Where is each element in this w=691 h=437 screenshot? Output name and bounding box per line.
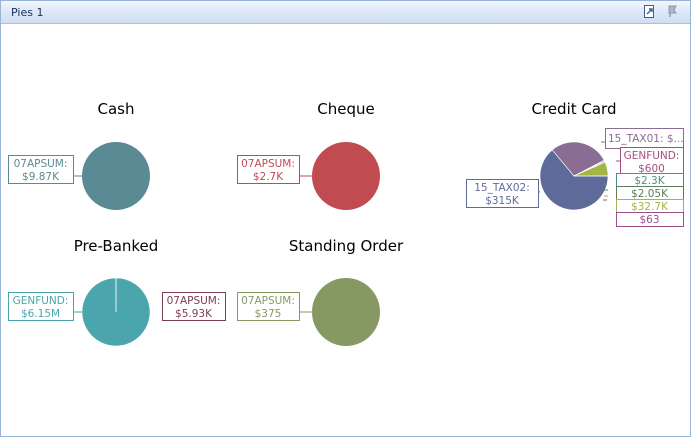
slice-label: 15_TAX02:$315K [466, 179, 540, 208]
pies-chart: Cash07APSUM:$9.87KCheque07APSUM:$2.7KCre… [8, 100, 684, 347]
slice-label: 15_TAX01: $... [601, 128, 684, 149]
slice-name: GENFUND: [13, 295, 69, 307]
pie-group: Standing Order 07APSUM:$375 [237, 237, 404, 346]
slice-label: 07APSUM:$5.93K [162, 292, 226, 321]
slice-value: $2.3K [634, 175, 665, 187]
slice-label: 07APSUM:$2.7K [237, 155, 312, 184]
slice-value: $6.15M [21, 308, 60, 320]
slice-value: $2.7K [253, 171, 284, 183]
slice-name: 07APSUM: [241, 158, 295, 170]
slice-value: $63 [639, 214, 659, 226]
pie-slice[interactable] [312, 278, 380, 346]
slice-value: $5.93K [175, 308, 213, 320]
export-icon[interactable] [643, 5, 656, 18]
pie-slice[interactable] [312, 142, 380, 210]
slice-value: $9.87K [22, 171, 60, 183]
slice-value: $375 [255, 308, 282, 320]
slice-label: $2.05K [604, 186, 684, 201]
slice-name: 07APSUM: [167, 295, 221, 307]
window-titlebar: Pies 1 [1, 1, 690, 24]
pie-group: Credit Card 15_TAX02:$315K 15_TAX01: $... G… [466, 100, 684, 227]
slice-name: 07APSUM: [241, 295, 295, 307]
slice-label: 07APSUM:$9.87K [8, 155, 82, 184]
pie-group: Cheque 07APSUM:$2.7K [237, 100, 380, 210]
pie-title: Standing Order [289, 237, 404, 255]
slice-value: $2.05K [631, 188, 669, 200]
pies-window: Pies 1 Cash 07APSUM: $9.87K Cheque 07APSUM: $… [0, 0, 691, 437]
slice-label: 07APSUM:$375 [237, 292, 312, 321]
slice-name: GENFUND: [624, 150, 680, 162]
slice-name: 15_TAX01: $... [608, 133, 684, 145]
pie-title: Cash [98, 100, 135, 118]
slice-value: $315K [485, 195, 520, 207]
pie-title: Credit Card [532, 100, 617, 118]
slice-value: $32.7K [631, 201, 669, 213]
pie-group: Cash 07APSUM:$9.87K [8, 100, 150, 210]
slice-name: 07APSUM: [14, 158, 68, 170]
slice-label: GENFUND:$600 [616, 147, 684, 176]
pin-icon[interactable] [666, 5, 679, 18]
pie-title: Pre-Banked [74, 237, 159, 255]
pie-group: Pre-Banked GENFUND:$6.15M 07APSUM:$5.93K [8, 237, 226, 347]
pie-title: Cheque [317, 100, 374, 118]
slice-name: 15_TAX02: [474, 182, 529, 194]
slice-label: $2.3K [603, 173, 684, 188]
pie-slice[interactable] [82, 142, 150, 210]
slice-label: GENFUND:$6.15M [8, 292, 82, 321]
window-title: Pies 1 [11, 6, 44, 19]
